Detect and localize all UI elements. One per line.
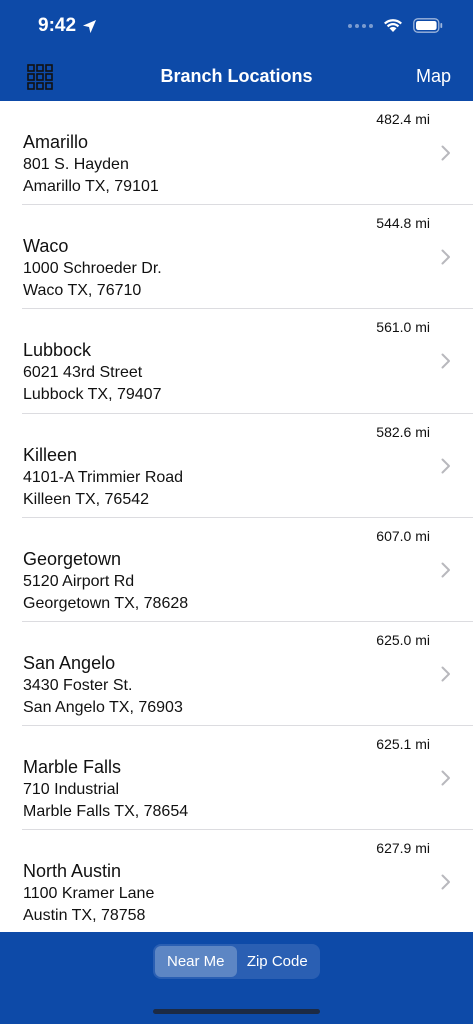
location-street: 4101-A Trimmier Road xyxy=(23,468,184,486)
location-name: Marble Falls xyxy=(23,757,122,778)
location-row[interactable]: 482.4 mi Amarillo 801 S. Hayden Amarillo… xyxy=(0,101,473,206)
location-row[interactable]: 544.8 mi Waco 1000 Schroeder Dr. Waco TX… xyxy=(0,205,473,310)
status-bar: 9:42 xyxy=(0,0,473,54)
search-mode-segmented-control: Near Me Zip Code xyxy=(153,944,320,979)
location-name: Killeen xyxy=(23,444,78,465)
location-row[interactable]: 625.0 mi San Angelo 3430 Foster St. San … xyxy=(0,622,473,727)
chevron-right-icon xyxy=(441,249,450,265)
location-city: Georgetown TX, 78628 xyxy=(23,594,189,612)
location-distance: 625.1 mi xyxy=(376,736,430,753)
location-city: Austin TX, 78758 xyxy=(23,907,146,925)
location-city: Lubbock TX, 79407 xyxy=(23,386,162,404)
location-name: San Angelo xyxy=(23,652,116,673)
nav-bar: Branch Locations Map xyxy=(0,54,473,101)
location-street: 801 S. Hayden xyxy=(23,156,129,173)
location-distance: 561.0 mi xyxy=(376,319,430,336)
chevron-right-icon xyxy=(441,353,450,369)
location-row[interactable]: 627.9 mi North Austin 1100 Kramer Lane A… xyxy=(0,830,473,932)
location-distance: 544.8 mi xyxy=(376,215,430,232)
chevron-right-icon xyxy=(441,666,450,682)
location-street: 1100 Kramer Lane xyxy=(23,885,155,903)
location-row[interactable]: 561.0 mi Lubbock 6021 43rd Street Lubboc… xyxy=(0,309,473,414)
location-street: 5120 Airport Rd xyxy=(23,572,135,590)
location-list: 482.4 mi Amarillo 801 S. Hayden Amarillo… xyxy=(0,101,473,932)
location-row[interactable]: 582.6 mi Killeen 4101-A Trimmier Road Ki… xyxy=(0,414,473,518)
map-button[interactable]: Map xyxy=(416,66,451,87)
location-city: Killeen TX, 76542 xyxy=(23,490,150,508)
location-arrow-icon xyxy=(82,19,97,33)
location-distance: 582.6 mi xyxy=(376,423,430,440)
bottom-bar: Near Me Zip Code xyxy=(0,932,473,1024)
home-indicator[interactable] xyxy=(153,1009,320,1014)
location-street: 6021 43rd Street xyxy=(23,364,143,382)
location-row[interactable]: 607.0 mi Georgetown 5120 Airport Rd Geor… xyxy=(0,518,473,623)
chevron-right-icon xyxy=(441,145,450,161)
location-name: Lubbock xyxy=(23,340,92,361)
header: 9:42 Branch Locations Map xyxy=(0,0,473,101)
location-distance: 607.0 mi xyxy=(376,527,430,544)
location-street: 3430 Foster St. xyxy=(23,676,133,694)
location-city: Marble Falls TX, 78654 xyxy=(23,803,189,821)
wifi-icon xyxy=(384,19,402,32)
location-city: San Angelo TX, 76903 xyxy=(23,698,183,716)
status-time-text: 9:42 xyxy=(38,15,77,36)
location-distance: 482.4 mi xyxy=(376,111,430,127)
location-city: Waco TX, 76710 xyxy=(23,282,142,300)
location-city: Amarillo TX, 79101 xyxy=(23,178,159,195)
status-time: 9:42 xyxy=(38,15,97,37)
location-name: Waco xyxy=(23,236,69,257)
zip-code-segment[interactable]: Zip Code xyxy=(237,946,319,977)
location-distance: 625.0 mi xyxy=(376,631,430,648)
location-street: 1000 Schroeder Dr. xyxy=(23,260,162,278)
page-title: Branch Locations xyxy=(160,66,313,86)
location-name: Georgetown xyxy=(23,548,122,569)
battery-icon xyxy=(413,18,443,33)
location-name: Amarillo xyxy=(23,132,89,152)
chevron-right-icon xyxy=(441,458,450,474)
chevron-right-icon xyxy=(441,770,450,786)
location-name: North Austin xyxy=(23,861,122,882)
location-row[interactable]: 625.1 mi Marble Falls 710 Industrial Mar… xyxy=(0,726,473,831)
near-me-segment[interactable]: Near Me xyxy=(155,946,237,977)
signal-icon xyxy=(348,23,373,28)
status-indicators xyxy=(348,18,443,33)
location-distance: 627.9 mi xyxy=(376,840,430,857)
location-street: 710 Industrial xyxy=(23,781,120,799)
chevron-right-icon xyxy=(441,562,450,578)
chevron-right-icon xyxy=(441,874,450,890)
